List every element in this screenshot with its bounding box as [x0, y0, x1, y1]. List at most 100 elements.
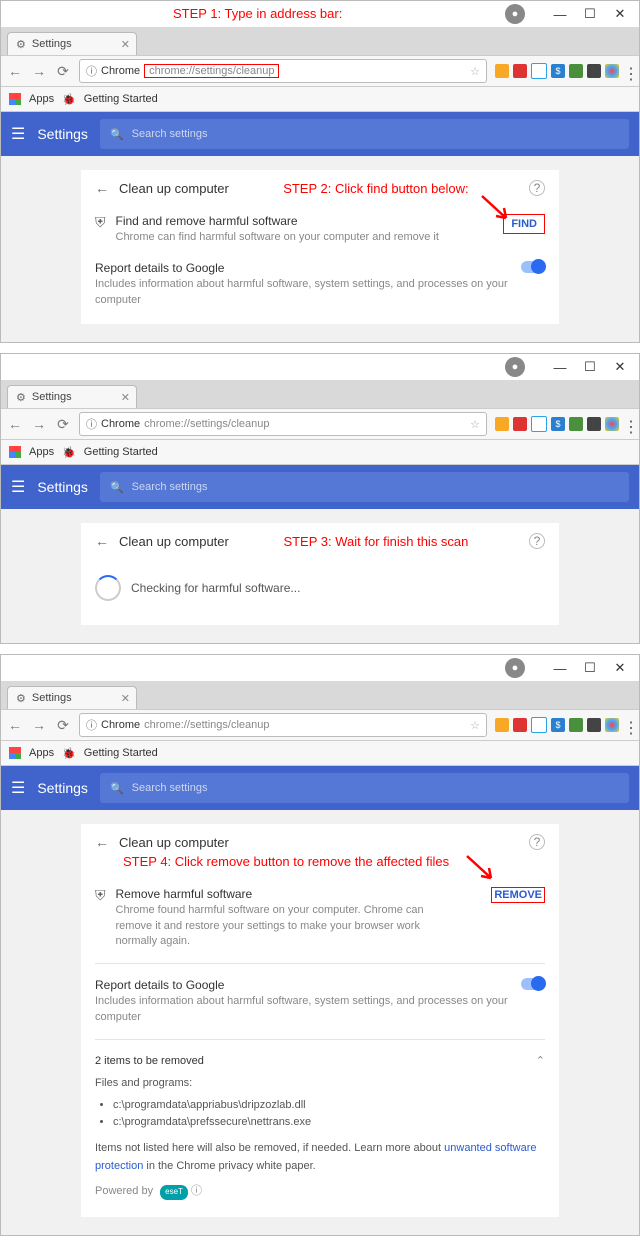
- user-avatar-icon[interactable]: ●: [505, 658, 525, 678]
- reload-icon[interactable]: ⟳: [55, 717, 71, 734]
- ext-icon[interactable]: [513, 417, 527, 431]
- hamburger-icon[interactable]: ☰: [11, 477, 25, 497]
- close-button[interactable]: ✕: [605, 6, 635, 22]
- site-info-icon[interactable]: ⓘ: [86, 717, 97, 733]
- report-toggle[interactable]: [521, 261, 545, 273]
- bookmarks-bar: Apps 🐞 Getting Started: [1, 87, 639, 112]
- user-avatar-icon[interactable]: ●: [505, 4, 525, 24]
- address-bar[interactable]: ⓘ Chrome chrome://settings/cleanup ☆: [79, 713, 487, 737]
- ext-icon[interactable]: [531, 63, 547, 79]
- address-bar[interactable]: ⓘ Chrome chrome://settings/cleanup ☆: [79, 412, 487, 436]
- close-tab-icon[interactable]: ✕: [121, 391, 130, 404]
- close-button[interactable]: ✕: [605, 359, 635, 375]
- forward-icon[interactable]: →: [31, 717, 47, 733]
- help-icon[interactable]: ?: [529, 834, 545, 850]
- minimize-button[interactable]: —: [545, 360, 575, 375]
- bookmark-getting-started[interactable]: Getting Started: [84, 446, 158, 458]
- report-desc: Includes information about harmful softw…: [95, 994, 521, 1025]
- bookmark-apps[interactable]: Apps: [29, 446, 54, 458]
- back-arrow-icon[interactable]: ←: [95, 834, 109, 850]
- hamburger-icon[interactable]: ☰: [11, 124, 25, 144]
- maximize-button[interactable]: ☐: [575, 359, 605, 375]
- ext-icon[interactable]: $: [551, 64, 565, 78]
- address-toolbar: ← → ⟳ ⓘ Chrome chrome://settings/cleanup…: [1, 55, 639, 87]
- site-info-icon[interactable]: ⓘ: [86, 63, 97, 79]
- forward-icon[interactable]: →: [31, 416, 47, 432]
- bookmark-apps[interactable]: Apps: [29, 747, 54, 759]
- tab-strip: ⚙ Settings ✕: [1, 681, 639, 709]
- bookmark-getting-started[interactable]: Getting Started: [84, 93, 158, 105]
- apps-icon[interactable]: [9, 747, 21, 759]
- minimize-button[interactable]: —: [545, 661, 575, 676]
- settings-title: Settings: [37, 479, 88, 495]
- close-button[interactable]: ✕: [605, 660, 635, 676]
- help-icon[interactable]: ?: [529, 180, 545, 196]
- help-icon[interactable]: ?: [529, 533, 545, 549]
- address-bar[interactable]: ⓘ Chrome chrome://settings/cleanup ☆: [79, 59, 487, 83]
- minimize-button[interactable]: —: [545, 7, 575, 22]
- search-settings-input[interactable]: 🔍 Search settings: [100, 773, 629, 803]
- ext-icon[interactable]: [587, 417, 601, 431]
- forward-icon[interactable]: →: [31, 63, 47, 79]
- window-titlebar: ● — ☐ ✕: [1, 655, 639, 681]
- ext-icon[interactable]: [587, 718, 601, 732]
- browser-tab-settings[interactable]: ⚙ Settings ✕: [7, 32, 137, 55]
- gear-icon: ⚙: [16, 38, 26, 51]
- url-scheme-label: Chrome: [101, 719, 140, 731]
- close-tab-icon[interactable]: ✕: [121, 692, 130, 705]
- search-settings-input[interactable]: 🔍 Search settings: [100, 119, 629, 149]
- apps-icon[interactable]: [9, 446, 21, 458]
- reload-icon[interactable]: ⟳: [55, 63, 71, 80]
- report-toggle[interactable]: [521, 978, 545, 990]
- ext-icon[interactable]: [513, 64, 527, 78]
- items-expander[interactable]: 2 items to be removed ⌃: [95, 1054, 545, 1067]
- hamburger-icon[interactable]: ☰: [11, 778, 25, 798]
- back-icon[interactable]: ←: [7, 63, 23, 79]
- bookmark-star-icon[interactable]: ☆: [470, 719, 480, 732]
- ext-icon[interactable]: [513, 718, 527, 732]
- reload-icon[interactable]: ⟳: [55, 416, 71, 433]
- bookmark-star-icon[interactable]: ☆: [470, 418, 480, 431]
- browser-tab-settings[interactable]: ⚙ Settings ✕: [7, 385, 137, 408]
- bookmark-getting-started[interactable]: Getting Started: [84, 747, 158, 759]
- back-icon[interactable]: ←: [7, 416, 23, 432]
- settings-card: ← Clean up computer ? STEP 4: Click remo…: [81, 824, 559, 1217]
- ext-icon[interactable]: [605, 417, 619, 431]
- ext-icon[interactable]: [587, 64, 601, 78]
- ext-icon[interactable]: [495, 417, 509, 431]
- ext-icon[interactable]: $: [551, 417, 565, 431]
- close-tab-icon[interactable]: ✕: [121, 38, 130, 51]
- remove-button[interactable]: REMOVE: [491, 887, 545, 903]
- ext-icon[interactable]: $: [551, 718, 565, 732]
- file-item: c:\programdata\prefssecure\nettrans.exe: [113, 1114, 545, 1132]
- ext-icon[interactable]: [605, 718, 619, 732]
- ext-icon[interactable]: [531, 717, 547, 733]
- menu-icon[interactable]: ⋮: [623, 718, 633, 732]
- ext-icon[interactable]: [569, 417, 583, 431]
- ext-icon[interactable]: [569, 64, 583, 78]
- ext-icon[interactable]: [495, 64, 509, 78]
- search-settings-input[interactable]: 🔍 Search settings: [100, 472, 629, 502]
- maximize-button[interactable]: ☐: [575, 660, 605, 676]
- menu-icon[interactable]: ⋮: [623, 417, 633, 431]
- maximize-button[interactable]: ☐: [575, 6, 605, 22]
- browser-tab-settings[interactable]: ⚙ Settings ✕: [7, 686, 137, 709]
- back-icon[interactable]: ←: [7, 717, 23, 733]
- ext-icon[interactable]: [531, 416, 547, 432]
- url-text: chrome://settings/cleanup: [149, 65, 274, 77]
- user-avatar-icon[interactable]: ●: [505, 357, 525, 377]
- site-info-icon[interactable]: ⓘ: [86, 416, 97, 432]
- bookmark-star-icon[interactable]: ☆: [470, 65, 480, 78]
- url-text: chrome://settings/cleanup: [144, 719, 269, 731]
- bookmark-apps[interactable]: Apps: [29, 93, 54, 105]
- ext-icon[interactable]: [495, 718, 509, 732]
- back-arrow-icon[interactable]: ←: [95, 533, 109, 549]
- remove-row-title: Remove harmful software: [116, 887, 436, 901]
- menu-icon[interactable]: ⋮: [623, 64, 633, 78]
- settings-title: Settings: [37, 126, 88, 142]
- ext-icon[interactable]: [605, 64, 619, 78]
- apps-icon[interactable]: [9, 93, 21, 105]
- back-arrow-icon[interactable]: ←: [95, 180, 109, 196]
- extension-icons: $ ⋮: [495, 717, 633, 733]
- ext-icon[interactable]: [569, 718, 583, 732]
